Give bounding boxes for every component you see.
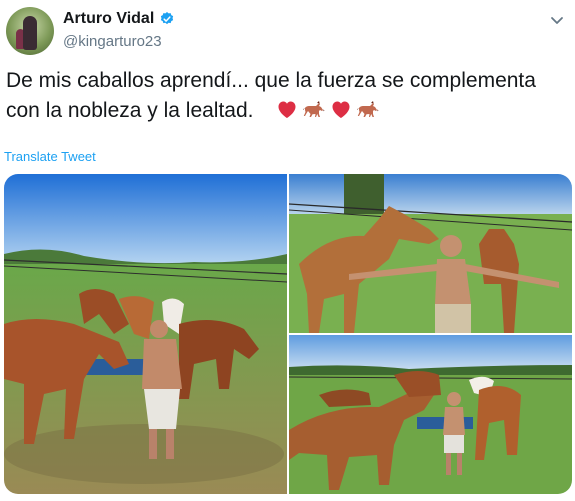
verified-badge-icon (161, 12, 174, 25)
horse-icon (356, 101, 378, 117)
avatar[interactable] (6, 7, 54, 55)
media-grid (4, 174, 572, 494)
chevron-down-icon[interactable] (547, 10, 567, 30)
author-handle[interactable]: @kingarturo23 (63, 33, 162, 50)
red-heart-icon (278, 101, 295, 118)
translate-tweet-link[interactable]: Translate Tweet (4, 149, 96, 164)
author-row: Arturo Vidal (63, 10, 175, 28)
tweet-text-block: De mis caballos aprendí... que la fuerza… (6, 66, 571, 126)
photo-man-arms-outstretched[interactable] (289, 174, 572, 333)
author-name[interactable]: Arturo Vidal (63, 10, 154, 28)
photo-man-standing-with-horses[interactable] (289, 335, 572, 494)
photo-horses-feeder[interactable] (4, 174, 287, 494)
tweet-text: De mis caballos aprendí... que la fuerza… (6, 69, 536, 122)
horse-icon (302, 101, 324, 117)
red-heart-icon (332, 101, 349, 118)
emoji-row (272, 99, 380, 122)
tweet: Arturo Vidal @kingarturo23 De mis caball… (0, 0, 575, 501)
